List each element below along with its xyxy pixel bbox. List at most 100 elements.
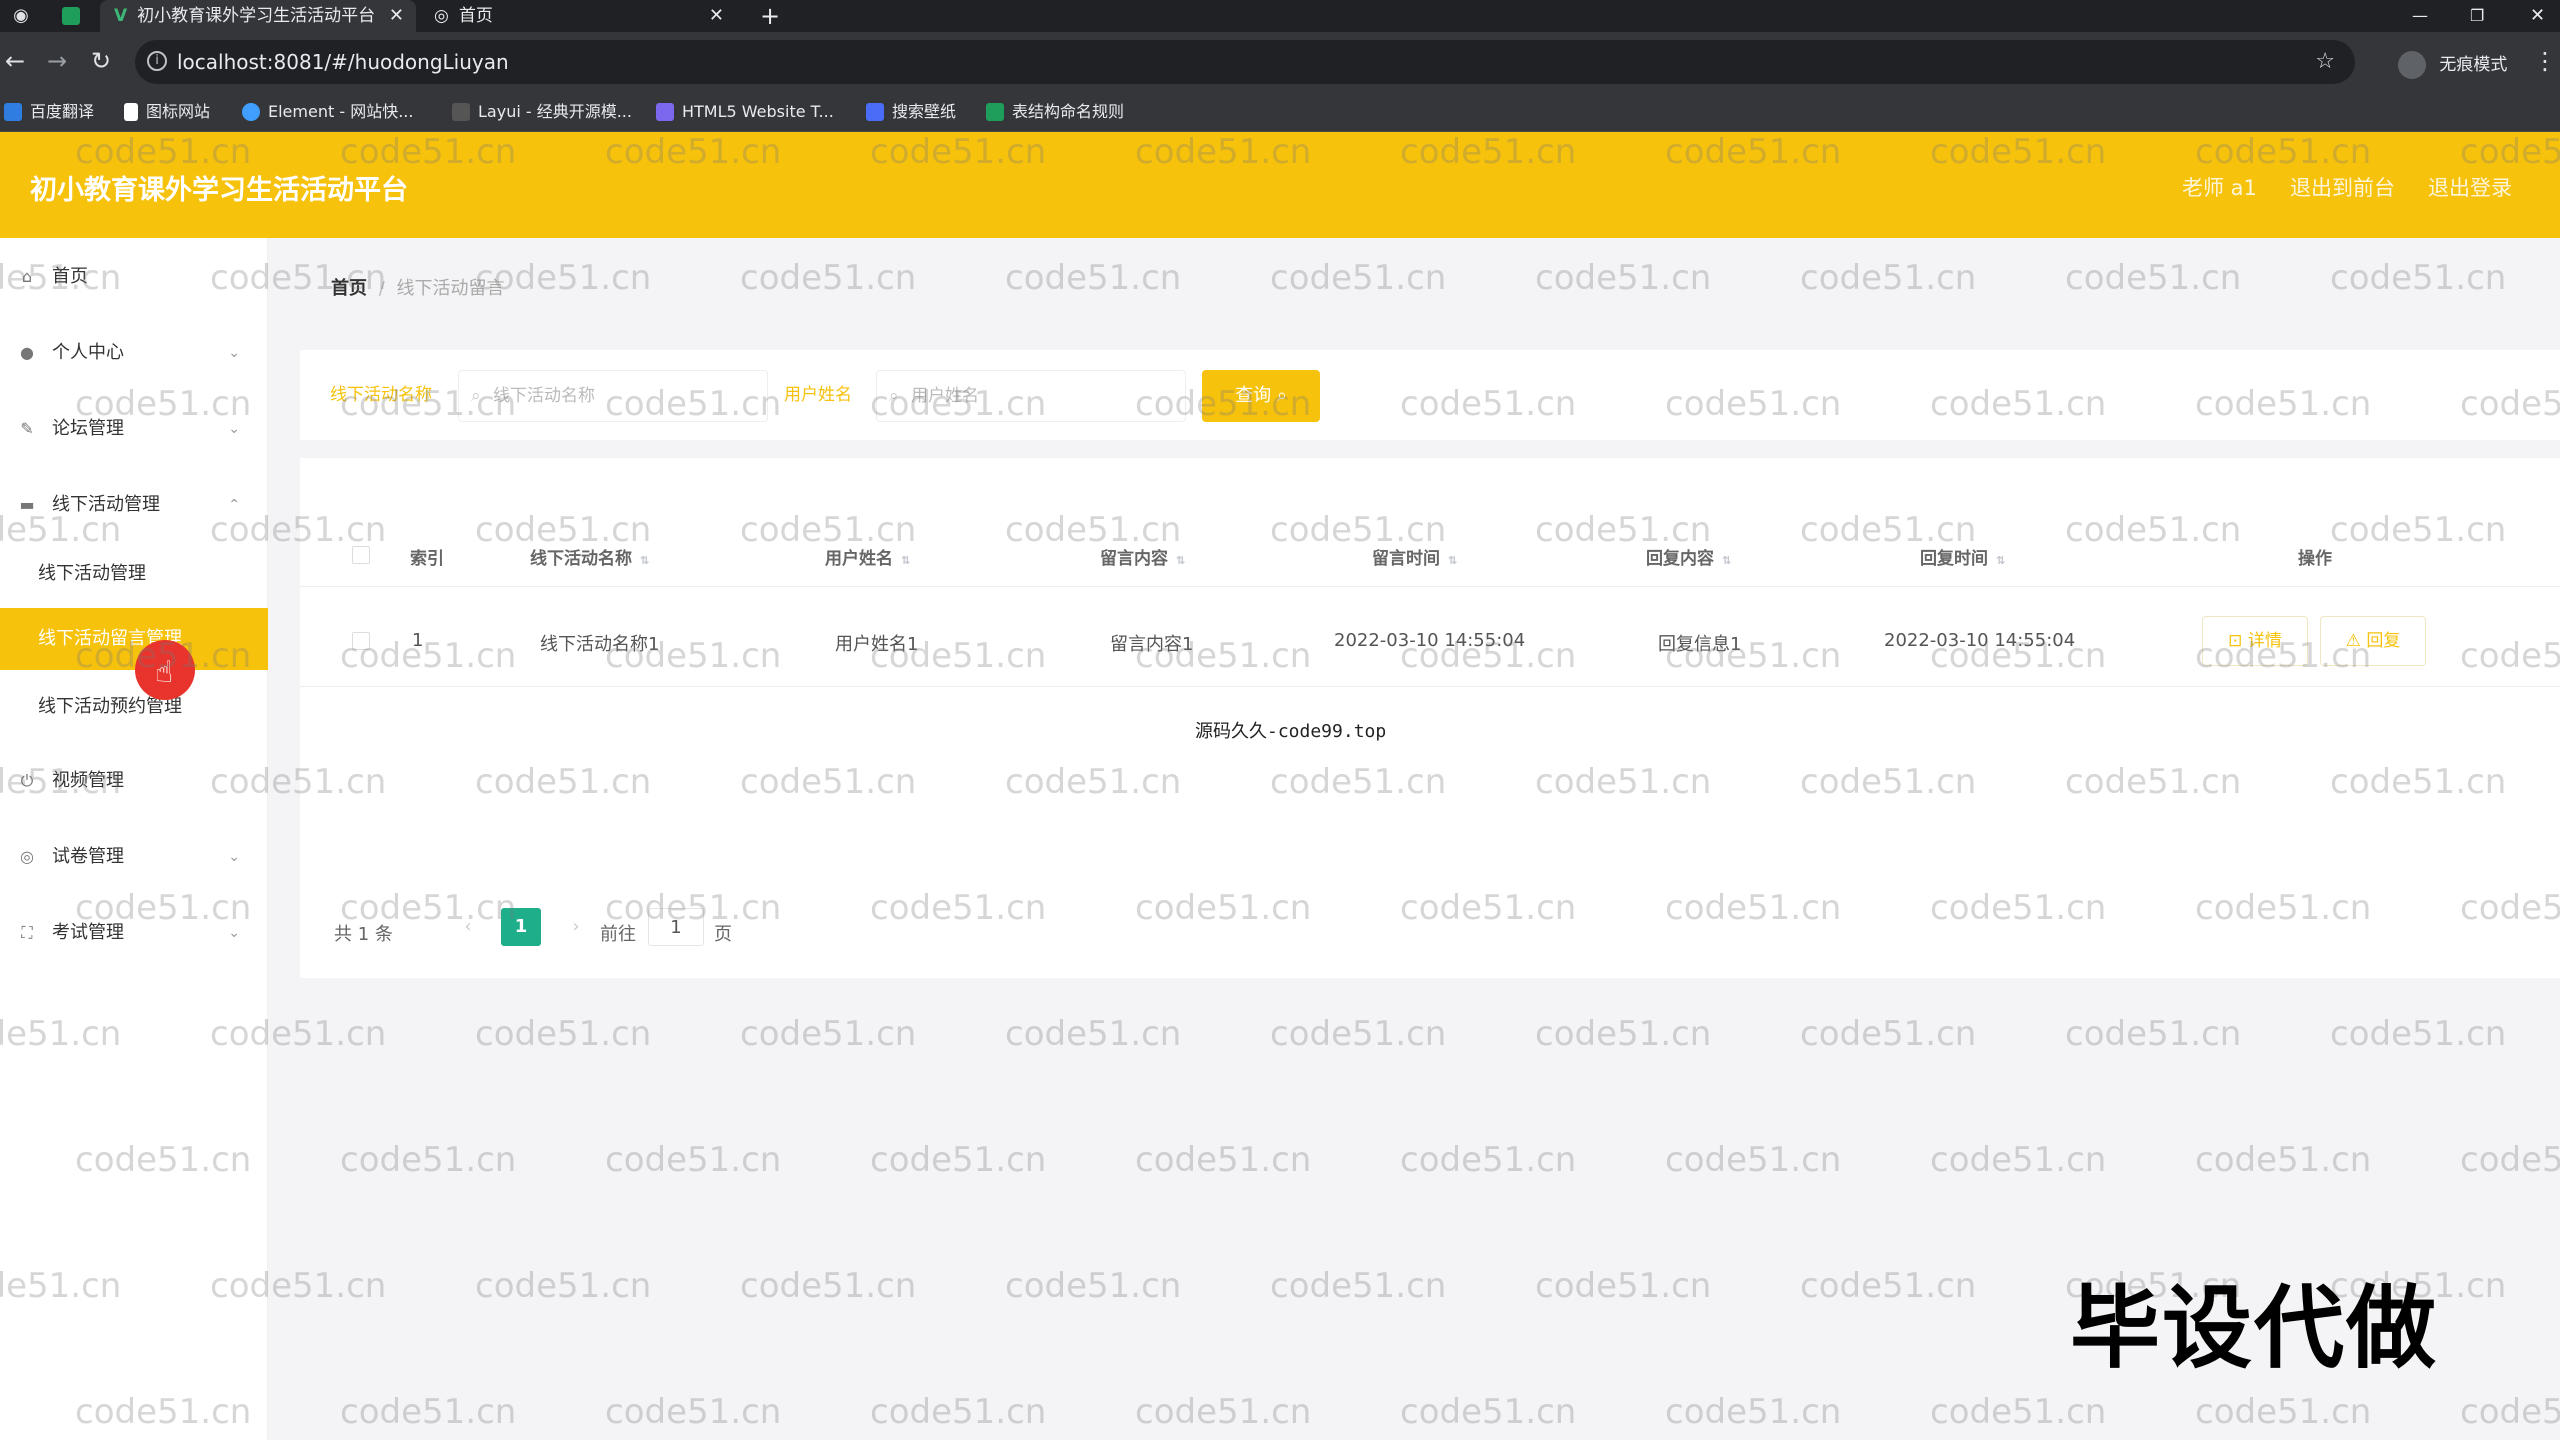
sidebar-item-forum[interactable]: ✎ 论坛管理 ⌄ [0,404,268,454]
cell-reply: 回复信息1 [1658,634,1742,655]
breadcrumb-home[interactable]: 首页 [331,278,367,299]
edit-icon: ✎ [20,419,34,438]
page-unit-label: 页 [714,924,732,945]
back-to-front-link[interactable]: 退出到前台 [2290,172,2395,202]
goto-label: 前往 [600,924,636,945]
sidebar-sub-activity[interactable]: 线下活动管理 [0,543,268,605]
compass-icon: ◎ [20,847,34,866]
minimize-icon[interactable]: — [2412,0,2428,32]
promo-watermark: 毕设代做 [2070,1276,2438,1381]
address-bar[interactable]: i localhost:8081/#/huodongLiuyan ☆ [135,40,2355,84]
column-header[interactable]: 留言时间 ⇅ [1372,544,1457,569]
power-icon: ⏻ [20,771,34,790]
next-page-icon[interactable]: › [556,908,596,946]
sidebar-item-video[interactable]: ⏻ 视频管理 [0,756,268,806]
browser-menu-icon[interactable]: ◉ [6,1,36,31]
column-header[interactable]: 回复内容 ⇅ [1646,544,1731,569]
sidebar-item-profile[interactable]: ● 个人中心 ⌄ [0,328,268,378]
app-header: 初小教育课外学习生活活动平台 老师 a1 退出到前台 退出登录 [0,132,2560,238]
logout-link[interactable]: 退出登录 [2428,172,2512,202]
back-icon[interactable]: ← [0,46,30,76]
user-name-input[interactable]: ⌕ 用户姓名 [876,370,1186,422]
frame-icon: ⛶ [21,923,33,942]
goto-page-input[interactable]: 1 [648,908,704,946]
cell-user-name: 用户姓名1 [835,634,919,655]
column-header[interactable]: 留言内容 ⇅ [1100,544,1185,569]
tab-platform[interactable]: V 初小教育课外学习生活活动平台 ✕ [100,0,416,32]
close-tab-icon[interactable]: ✕ [389,0,404,32]
tab-title: 首页 [458,6,493,26]
detail-icon: ⊡ [2228,631,2248,651]
pagination-total: 共 1 条 [334,924,393,945]
restore-icon[interactable]: ❐ [2470,0,2484,32]
bookmark-item[interactable]: Layui - 经典开源模... [452,92,632,132]
chevron-down-icon: ⌄ [228,421,240,437]
hand-cursor-icon: ☝ [155,655,174,690]
tab-home[interactable]: ◎ 首页 ✕ [420,0,736,32]
incognito-icon [2398,51,2426,79]
source-watermark: 源码久久-code99.top [1195,721,1387,742]
bookmark-item[interactable]: 图标网站 [124,92,210,132]
chevron-up-icon: ⌃ [228,497,240,513]
bookmark-item[interactable]: Element - 网站快... [242,92,413,132]
chevron-down-icon: ⌄ [228,345,240,361]
layui-icon [452,103,470,121]
sidebar-item-exam[interactable]: ⛶ 考试管理 ⌄ [0,908,268,958]
detail-button[interactable]: ⊡ 详情 [2202,616,2308,666]
row-checkbox[interactable] [352,632,370,650]
bookmarks-bar: 百度翻译 图标网站 Element - 网站快... Layui - 经典开源模… [0,92,2560,132]
more-icon[interactable]: ⋮ [2530,46,2560,76]
url-text: localhost:8081/#/huodongLiuyan [177,50,509,74]
pinned-tab-icon[interactable] [62,7,80,25]
flag-icon [124,103,138,121]
search-icon: ⌕ [471,386,481,406]
sheet-icon [986,103,1004,121]
close-window-icon[interactable]: ✕ [2530,0,2545,32]
sidebar-item-home[interactable]: ⌂ 首页 [0,252,268,302]
forward-icon[interactable]: → [42,46,72,76]
bookmark-item[interactable]: 表结构命名规则 [986,92,1124,132]
chevron-down-icon: ⌄ [228,925,240,941]
column-header[interactable]: 回复时间 ⇅ [1920,544,2005,569]
browser-tab-strip: ◉ V 初小教育课外学习生活活动平台 ✕ ◎ 首页 ✕ + — ❐ ✕ [0,0,2560,32]
reply-button[interactable]: ⚠ 回复 [2320,616,2426,666]
browser-toolbar: ← → ↻ i localhost:8081/#/huodongLiuyan ☆… [0,32,2560,92]
user-icon: ● [20,343,34,362]
close-tab-icon[interactable]: ✕ [709,0,724,32]
new-tab-button[interactable]: + [760,0,780,32]
data-table: 索引 线下活动名称 ⇅ 用户姓名 ⇅ 留言内容 ⇅ 留言时间 ⇅ 回复内容 ⇅ 回复时间 ⇅… [300,458,2560,978]
tab-title: 初小教育课外学习生活活动平台 [137,6,376,26]
sidebar-sub-activity-booking[interactable]: 线下活动预约管理 [0,676,268,738]
select-all-checkbox[interactable] [352,546,370,564]
home-icon: ⌂ [21,267,33,286]
html5-icon [656,103,674,121]
activity-name-input[interactable]: ⌕ 线下活动名称 [458,370,768,422]
bookmark-item[interactable]: 搜索壁纸 [866,92,956,132]
star-icon[interactable]: ☆ [2315,40,2335,84]
column-header[interactable]: 线下活动名称 ⇅ [530,544,649,569]
bookmark-item[interactable]: HTML5 Website T... [656,92,834,132]
info-icon[interactable]: i [147,51,167,71]
breadcrumb-separator: / [378,278,385,299]
search-icon: ⌕ [1276,385,1287,406]
column-header[interactable]: 用户姓名 ⇅ [825,544,910,569]
sidebar-sub-activity-message[interactable]: 线下活动留言管理 [0,608,268,670]
header-divider [300,586,2560,587]
vue-logo-icon: V [114,6,128,26]
wallpaper-icon [866,103,884,121]
bookmark-item[interactable]: 百度翻译 [4,92,94,132]
sidebar-item-paper[interactable]: ◎ 试卷管理 ⌄ [0,832,268,882]
globe-icon: ◎ [434,6,449,26]
prev-page-icon[interactable]: ‹ [448,908,488,946]
column-header: 操作 [2298,549,2332,569]
app-title: 初小教育课外学习生活活动平台 [30,175,408,206]
cell-message-time: 2022-03-10 14:55:04 [1334,630,1526,651]
row-divider [300,686,2560,687]
reload-icon[interactable]: ↻ [86,46,116,76]
cell-message: 留言内容1 [1110,634,1194,655]
sidebar-item-offline-activity[interactable]: ▬ 线下活动管理 ⌃ [0,480,268,530]
incognito-badge[interactable]: 无痕模式 [2398,50,2507,79]
page-number-active[interactable]: 1 [501,908,541,946]
reply-icon: ⚠ [2345,631,2367,651]
query-button[interactable]: 查询 ⌕ [1202,370,1320,422]
